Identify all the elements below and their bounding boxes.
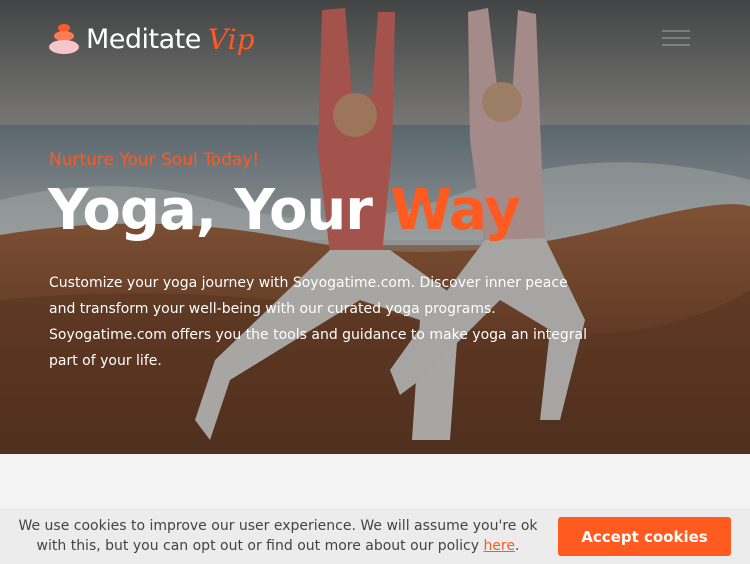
headline-main: Yoga, Your	[48, 178, 391, 243]
cookie-text-main: We use cookies to improve our user exper…	[18, 518, 538, 554]
brand-suffix: Vip	[207, 22, 255, 56]
brand-logo[interactable]: Meditate Vip	[48, 22, 255, 56]
hero-eyebrow: Nurture Your Soul Today!	[49, 150, 260, 170]
headline-accent: Way	[390, 178, 520, 243]
stacked-stones-icon	[48, 22, 80, 56]
cookie-banner: We use cookies to improve our user exper…	[0, 509, 750, 564]
cookie-message: We use cookies to improve our user exper…	[8, 516, 548, 556]
accept-cookies-button[interactable]: Accept cookies	[558, 517, 731, 556]
hero-section: Meditate Vip Nurture Your Soul Today! Yog…	[0, 0, 750, 454]
hero-headline: Yoga, Your Way	[48, 178, 521, 243]
hamburger-icon[interactable]	[662, 30, 690, 48]
hero-description: Customize your yoga journey with Soyogat…	[49, 275, 587, 369]
cookie-text-end: .	[515, 538, 520, 554]
brand-name: Meditate	[86, 23, 201, 55]
cookie-policy-link[interactable]: here	[483, 538, 515, 554]
